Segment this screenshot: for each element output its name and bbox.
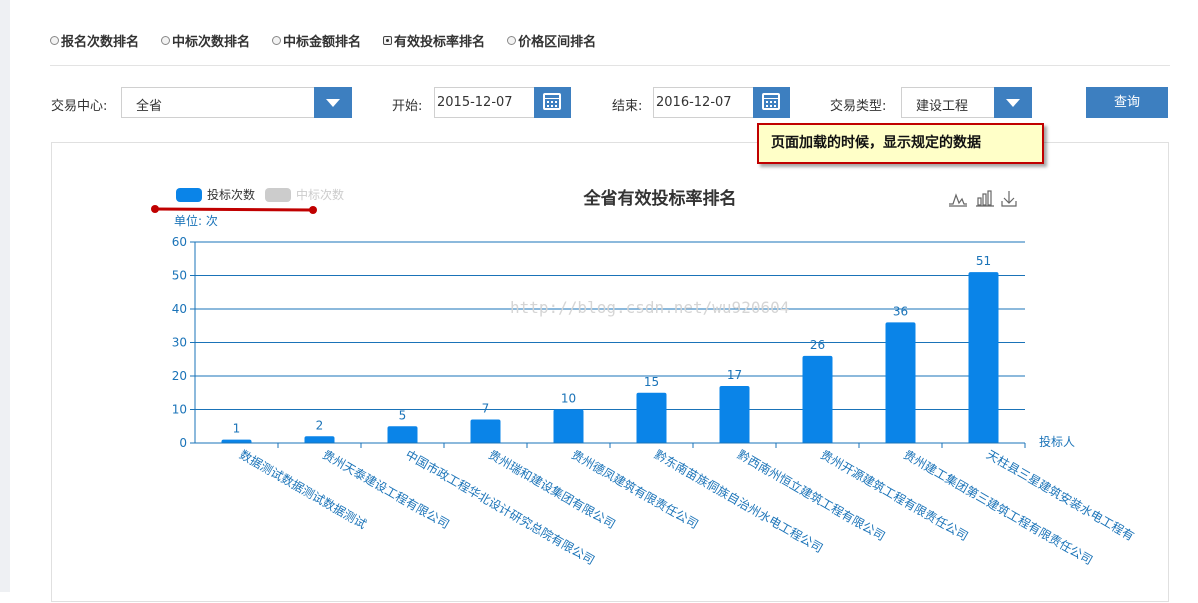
line-chart-icon[interactable] (949, 193, 967, 207)
legend-swatch-wins[interactable] (265, 188, 291, 202)
legend-label-bids[interactable]: 投标次数 (207, 187, 255, 202)
divider (50, 65, 1170, 66)
end-label: 结束: (612, 99, 643, 114)
y-tick-label: 20 (172, 369, 187, 383)
y-tick-label: 10 (172, 403, 187, 417)
radio-checked-icon[interactable] (383, 35, 393, 45)
bar-value-label: 51 (976, 254, 991, 268)
type-value: 建设工程 (916, 99, 969, 114)
start-calendar-button[interactable] (534, 87, 571, 118)
bar-series: 1 2 5 7 10 15 17 26 36 51 (221, 254, 999, 444)
center-label: 交易中心: (51, 99, 108, 114)
query-button[interactable]: 查询 (1086, 87, 1168, 118)
bar-value-label: 7 (482, 402, 490, 416)
bar[interactable] (885, 322, 916, 443)
radio-label: 中标次数排名 (172, 34, 251, 50)
chevron-down-icon[interactable] (994, 87, 1032, 118)
annotation-tooltip: 页面加载的时候，显示规定的数据 (757, 123, 1044, 164)
watermark: http://blog.csdn.net/wu920604 (510, 298, 789, 317)
annotation-dot (309, 206, 317, 214)
radio-win-count[interactable]: 中标次数排名 (161, 31, 250, 50)
y-tick-label: 50 (172, 269, 187, 283)
bar-value-label: 1 (233, 422, 241, 436)
chart-panel: 0 10 20 30 40 50 60 http://blog.csdn.net/wu920… (51, 142, 1169, 602)
start-date-input[interactable]: 2015-12-07 (434, 87, 571, 118)
bar-value-label: 26 (810, 338, 825, 352)
x-axis-label: 投标人 (1039, 434, 1075, 449)
type-label: 交易类型: (830, 99, 887, 114)
radio-label: 中标金额排名 (283, 34, 362, 50)
radio-label: 报名次数排名 (61, 34, 140, 50)
chevron-down-icon[interactable] (314, 87, 352, 118)
radio-valid-bid-rate[interactable]: 有效投标率排名 (383, 31, 485, 50)
calendar-icon (543, 93, 561, 110)
start-date-value: 2015-12-07 (437, 95, 513, 110)
end-date-value: 2016-12-07 (656, 95, 732, 110)
center-value: 全省 (136, 99, 163, 114)
y-tick-label: 60 (172, 235, 187, 249)
x-axis-labels: 数据测试数据测试数据测试贵州天泰建设工程有限公司中国市政工程华北设计研究总院有限… (237, 443, 1137, 568)
annotation-underline (154, 207, 314, 212)
bar[interactable] (221, 439, 252, 443)
chart-title: 全省有效投标率排名 (583, 188, 737, 209)
end-calendar-button[interactable] (753, 87, 790, 118)
radio-label: 有效投标率排名 (394, 34, 486, 50)
bar[interactable] (553, 409, 584, 444)
bar-chart-icon[interactable] (976, 190, 994, 207)
bar-value-label: 10 (561, 392, 576, 406)
x-tick-label: 贵州开源建筑工程有限责任公司 (818, 447, 971, 544)
radio-circle-icon[interactable] (50, 35, 59, 45)
center-select[interactable]: 全省 (121, 87, 352, 118)
x-tick-label: 天柱县三星建筑安装水电工程有 (984, 447, 1137, 544)
bar-value-label: 2 (316, 418, 324, 432)
bar-value-label: 15 (644, 375, 659, 389)
bar[interactable] (387, 426, 418, 443)
radio-price-range[interactable]: 价格区间排名 (507, 31, 596, 50)
type-select[interactable]: 建设工程 (901, 87, 1032, 118)
radio-label: 价格区间排名 (518, 34, 597, 50)
annotation-dot (151, 205, 159, 213)
y-axis-ticks: 0 10 20 30 40 50 60 (172, 235, 195, 450)
bar-value-label: 5 (399, 408, 407, 422)
y-tick-label: 0 (179, 436, 187, 450)
bar-value-label: 36 (893, 304, 908, 318)
bar[interactable] (304, 436, 335, 443)
bar[interactable] (470, 419, 501, 443)
bar[interactable] (719, 386, 750, 443)
bar-value-label: 17 (727, 368, 742, 382)
radio-win-amount[interactable]: 中标金额排名 (272, 31, 361, 50)
end-date-input[interactable]: 2016-12-07 (653, 87, 790, 118)
bar[interactable] (636, 392, 667, 443)
legend-swatch-bids[interactable] (176, 188, 202, 202)
bar[interactable] (968, 272, 999, 443)
unit-label: 单位: 次 (174, 213, 218, 228)
x-tick-label: 黔东南苗族侗族自治州水电工程公司 (652, 447, 826, 556)
left-edge-bar (0, 0, 10, 592)
y-tick-label: 40 (172, 302, 187, 316)
bar-chart: 0 10 20 30 40 50 60 http://blog.csdn.net/wu920… (151, 187, 1137, 568)
radio-circle-icon[interactable] (161, 35, 171, 45)
x-tick-label: 黔西南州恒立建筑工程有限公司 (735, 447, 888, 544)
radio-signup-count[interactable]: 报名次数排名 (50, 31, 139, 50)
start-label: 开始: (392, 99, 423, 114)
bar[interactable] (802, 355, 833, 443)
radio-circle-icon[interactable] (272, 35, 282, 45)
calendar-icon (762, 93, 780, 110)
download-icon[interactable] (1001, 191, 1017, 207)
radio-circle-icon[interactable] (507, 35, 517, 45)
legend-label-wins[interactable]: 中标次数 (296, 187, 344, 202)
ranking-radio-group: 报名次数排名 中标次数排名 中标金额排名 有效投标率排名 价格区间排名 (50, 30, 596, 50)
y-tick-label: 30 (172, 336, 187, 350)
